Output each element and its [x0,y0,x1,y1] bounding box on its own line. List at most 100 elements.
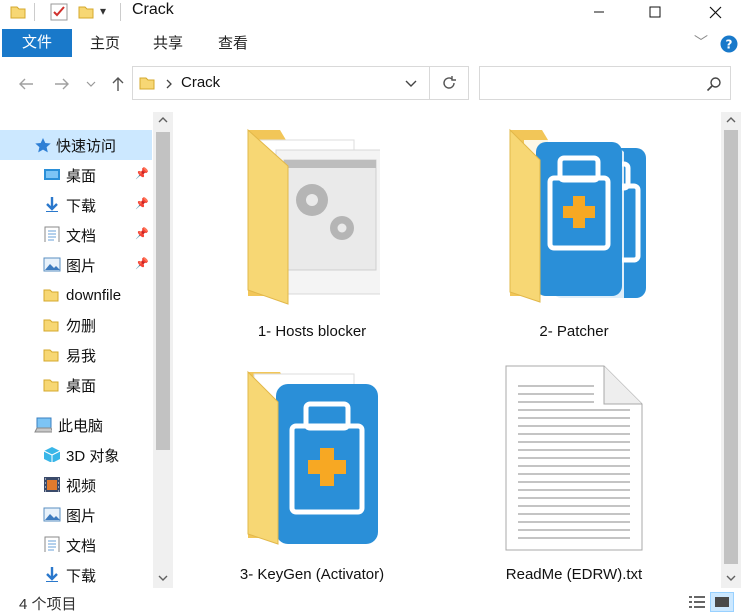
computer-icon [34,417,52,433]
svg-text:?: ? [726,38,733,52]
tab-share[interactable]: 共享 [143,31,193,56]
pin-icon: 📌 [135,198,149,210]
nav-label: downfile [66,286,122,304]
file-item[interactable]: 2- Patcher [494,122,654,352]
nav-label: 图片 [66,257,97,275]
nav-label: 桌面 [66,167,97,185]
nav-item-pc-documents[interactable]: 文档 [0,530,152,560]
nav-label: 桌面 [66,377,97,395]
pin-icon: 📌 [135,258,149,270]
nav-label: 文档 [66,537,97,555]
nav-item-yiwo[interactable]: 易我 [0,340,152,370]
new-folder-icon[interactable] [78,4,94,20]
scroll-up-icon[interactable] [158,116,168,124]
maximize-icon [649,6,661,18]
nav-label: 快速访问 [56,137,117,155]
scroll-up-icon[interactable] [726,116,736,124]
folder-toolbox-icon [247,370,378,545]
nav-item-3d-objects[interactable]: 3D 对象 [0,440,152,470]
file-list: 1- Hosts blocker 2- Patcher 3- KeyGen (A… [176,112,721,588]
details-view-icon[interactable] [688,594,706,610]
back-button[interactable] [14,72,38,96]
folder-gears-icon [247,128,380,305]
large-icons-view-button[interactable] [710,592,734,612]
nav-label: 此电脑 [58,417,104,435]
scroll-down-icon[interactable] [726,574,736,582]
document-icon [44,226,60,242]
customize-toolbar-icon[interactable]: ▾ [100,4,106,18]
nav-scrollbar[interactable] [153,112,173,588]
folder-icon [139,77,155,90]
refresh-icon [443,76,456,89]
download-icon [46,197,58,212]
recent-locations-button[interactable] [82,72,100,96]
file-item[interactable]: 1- Hosts blocker [232,122,392,352]
help-icon[interactable]: ? [720,35,738,53]
nav-label: 易我 [66,347,97,365]
ribbon: 文件 主页 共享 查看 ﹀ ? [0,27,745,61]
up-button[interactable] [106,72,130,96]
nav-label: 图片 [66,507,97,525]
nav-item-videos[interactable]: 视频 [0,470,152,500]
forward-button[interactable] [50,72,74,96]
nav-item-pc-downloads[interactable]: 下载 [0,560,152,588]
nav-this-pc[interactable]: 此电脑 [0,410,152,440]
forward-arrow-icon [55,78,69,90]
breadcrumb-crack[interactable]: Crack [181,74,220,91]
nav-scroll-thumb[interactable] [156,132,170,450]
close-button[interactable] [692,0,738,24]
chevron-right-icon[interactable] [165,79,173,89]
expand-ribbon-icon[interactable]: ﹀ [694,32,708,52]
large-icons-view-icon [715,597,729,607]
nav-item-downfile[interactable]: downfile [0,280,152,310]
content-scroll-thumb[interactable] [724,130,738,564]
nav-item-pc-pictures[interactable]: 图片 [0,500,152,530]
star-icon [35,138,51,153]
download-icon [46,567,58,582]
picture-icon [43,507,61,522]
address-dropdown-icon[interactable] [405,80,417,88]
nav-item-documents[interactable]: 文档 📌 [0,220,152,250]
separator [34,3,35,21]
pin-icon: 📌 [135,168,149,180]
nav-item-desktop-folder[interactable]: 桌面 [0,370,152,400]
file-item[interactable]: 3- KeyGen (Activator) [232,364,392,594]
navigation-pane: 快速访问 桌面 📌 下载 📌 文档 📌 图片 📌 downfile 勿删 易我 … [0,112,175,588]
document-icon [44,536,60,552]
folder-icon [43,379,59,392]
maximize-button[interactable] [632,0,678,24]
folder-icon [43,289,59,302]
text-file-icon [505,365,643,551]
search-input[interactable] [479,66,731,100]
tab-home[interactable]: 主页 [80,31,130,56]
3d-objects-icon [43,447,61,462]
nav-label: 文档 [66,227,97,245]
tab-file[interactable]: 文件 [2,29,72,57]
nav-quick-access[interactable]: 快速访问 [0,130,152,160]
folder-icon [43,349,59,362]
file-name: 1- Hosts blocker [257,323,367,340]
nav-item-desktop[interactable]: 桌面 📌 [0,160,152,190]
folder-toolbox-icon [509,128,646,303]
file-name: 3- KeyGen (Activator) [239,566,385,583]
status-bar: 4 个项目 [0,588,745,616]
search-icon [706,77,721,92]
content-scrollbar[interactable] [721,112,741,588]
nav-label: 3D 对象 [66,447,120,465]
scroll-down-icon[interactable] [158,574,168,582]
file-name: 2- Patcher [539,323,609,340]
nav-label: 下载 [66,197,97,215]
nav-label: 勿删 [66,317,97,335]
properties-icon[interactable] [50,3,68,21]
chevron-down-icon [86,81,96,87]
nav-item-downloads[interactable]: 下载 📌 [0,190,152,220]
tab-view[interactable]: 查看 [208,31,258,56]
file-item[interactable]: ReadMe (EDRW).txt [494,364,654,594]
nav-item-pictures[interactable]: 图片 📌 [0,250,152,280]
refresh-button[interactable] [429,66,469,100]
address-bar[interactable]: Crack [132,66,430,100]
title-bar: ▾ Crack [0,0,745,27]
minimize-button[interactable] [576,0,622,24]
close-icon [709,6,721,18]
nav-item-wushan[interactable]: 勿删 [0,310,152,340]
